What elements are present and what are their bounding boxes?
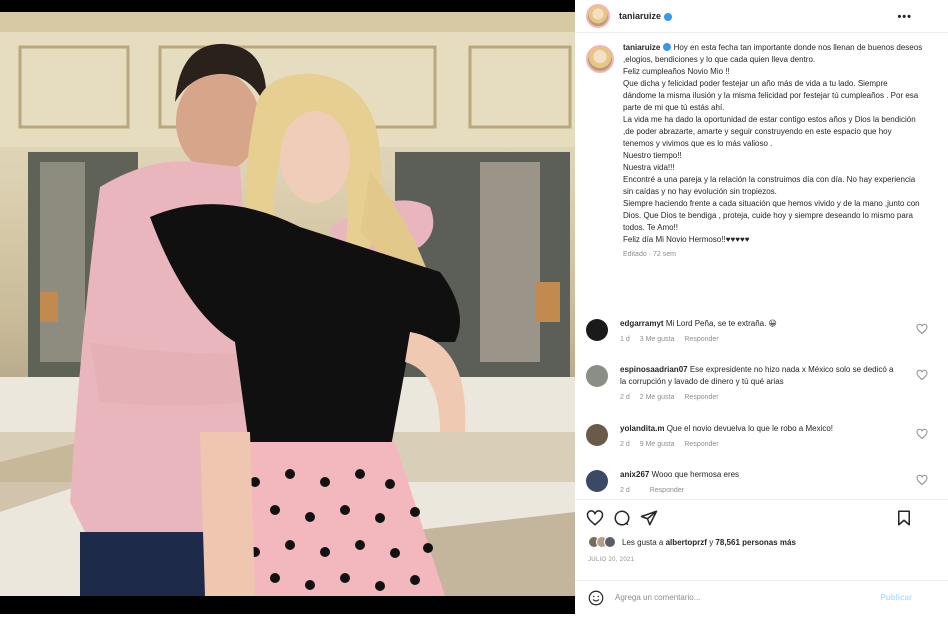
caption-meta: Editado · 72 sem [623, 251, 676, 258]
caption-line-2: Que dicha y felicidad poder festejar un … [623, 79, 919, 112]
comment-item: espinosaadrian07 Ese expresidente no hiz… [586, 364, 928, 404]
reply-button[interactable]: Responder [684, 441, 718, 448]
heart-icon[interactable] [916, 323, 928, 335]
more-horizontal-icon[interactable]: ••• [897, 11, 912, 23]
comment-likes[interactable]: 9 Me gusta [640, 441, 675, 448]
likes-middle: y [709, 537, 714, 547]
comment-age: 2 d [620, 441, 630, 448]
heart-icon[interactable] [916, 474, 928, 486]
caption-line-6: Encontré a una pareja y la relación la c… [623, 175, 916, 196]
comment-age: 1 d [620, 336, 630, 343]
post-caption: taniaruize Hoy en esta fecha tan importa… [586, 42, 928, 261]
reply-button[interactable]: Responder [684, 394, 718, 401]
caption-line-8: Feliz día Mi Novio Hermoso!!♥♥♥♥♥ [623, 235, 750, 244]
smile-icon[interactable] [587, 589, 605, 607]
caption-line-5: Nuestra vida!!! [623, 163, 675, 172]
verified-badge-icon [664, 13, 673, 21]
caption-verified-badge-icon [663, 43, 672, 51]
heart-icon[interactable] [586, 509, 604, 527]
comment-username[interactable]: espinosaadrian07 [620, 365, 688, 374]
comment-username[interactable]: yolandita.m [620, 424, 664, 433]
likes-count[interactable]: 78,561 personas más [715, 538, 796, 547]
post-image [0, 12, 575, 596]
comment-item: anix267 Wooo que hermosa eres 2 d Respond… [586, 469, 928, 497]
likes-prefix: Les gusta a [622, 537, 664, 547]
caption-line-3: La vida me ha dado la oportunidad de est… [623, 115, 916, 148]
comment-likes[interactable]: 2 Me gusta [640, 394, 675, 401]
publish-button[interactable]: Publicar [880, 593, 912, 602]
comments-scroll-area[interactable]: taniaruize Hoy en esta fecha tan importa… [575, 33, 948, 499]
reply-button[interactable]: Responder [684, 336, 718, 343]
comment-text: Wooo que hermosa eres [651, 470, 740, 479]
likes-user[interactable]: albertoprzf [666, 538, 707, 547]
photo-bottom-bar [0, 596, 575, 614]
post-header: taniaruize ••• [575, 0, 948, 33]
bookmark-icon[interactable] [895, 509, 913, 527]
heart-icon[interactable] [916, 369, 928, 381]
comment-icon[interactable] [613, 509, 631, 527]
caption-username[interactable]: taniaruize [623, 43, 660, 52]
post-photo[interactable] [0, 0, 575, 614]
comment-composer: Publicar [575, 580, 948, 614]
caption-line-1: Feliz cumpleaños Novio Mio !! [623, 67, 730, 76]
caption-avatar[interactable] [586, 45, 614, 73]
caption-text: taniaruize Hoy en esta fecha tan importa… [623, 42, 923, 261]
comment-text: Que el novio devuelva lo que le robo a M… [666, 424, 834, 433]
comment-avatar[interactable] [586, 365, 608, 387]
liker-avatar [604, 536, 616, 548]
comment-item: edgarramyt Mi Lord Peña, se te extraña. … [586, 318, 928, 346]
heart-icon[interactable] [916, 428, 928, 440]
comment-text: Mi Lord Peña, se te extraña. 😀 [665, 319, 777, 328]
comment-age: 2 d [620, 394, 630, 401]
send-icon[interactable] [640, 509, 658, 527]
comment-likes[interactable]: 3 Me gusta [640, 336, 675, 343]
post-actions: Les gusta a albertoprzf y 78,561 persona… [575, 499, 948, 579]
post-date[interactable]: JULIO 20, 2021 [588, 557, 634, 563]
author-avatar[interactable] [586, 4, 610, 28]
comment-input[interactable] [615, 593, 855, 602]
reply-button[interactable]: Responder [650, 487, 684, 494]
post-modal: taniaruize ••• taniaruize Hoy en esta fe… [0, 0, 948, 630]
comment-avatar[interactable] [586, 319, 608, 341]
comment-username[interactable]: edgarramyt [620, 319, 664, 328]
comment-avatar[interactable] [586, 424, 608, 446]
caption-line-4: Nuestro tiempo!! [623, 151, 682, 160]
comment-age: 2 d [620, 487, 630, 494]
post-side-panel: taniaruize ••• taniaruize Hoy en esta fe… [575, 0, 948, 630]
comment-username[interactable]: anix267 [620, 470, 649, 479]
photo-top-bar [0, 0, 575, 12]
likes-summary[interactable]: Les gusta a albertoprzf y 78,561 persona… [588, 536, 796, 548]
comment-avatar[interactable] [586, 470, 608, 492]
caption-line-7: Siempre haciendo frente a cada situación… [623, 199, 920, 232]
comment-item: yolandita.m Que el novio devuelva lo que… [586, 423, 928, 451]
author-username[interactable]: taniaruize [619, 11, 661, 21]
